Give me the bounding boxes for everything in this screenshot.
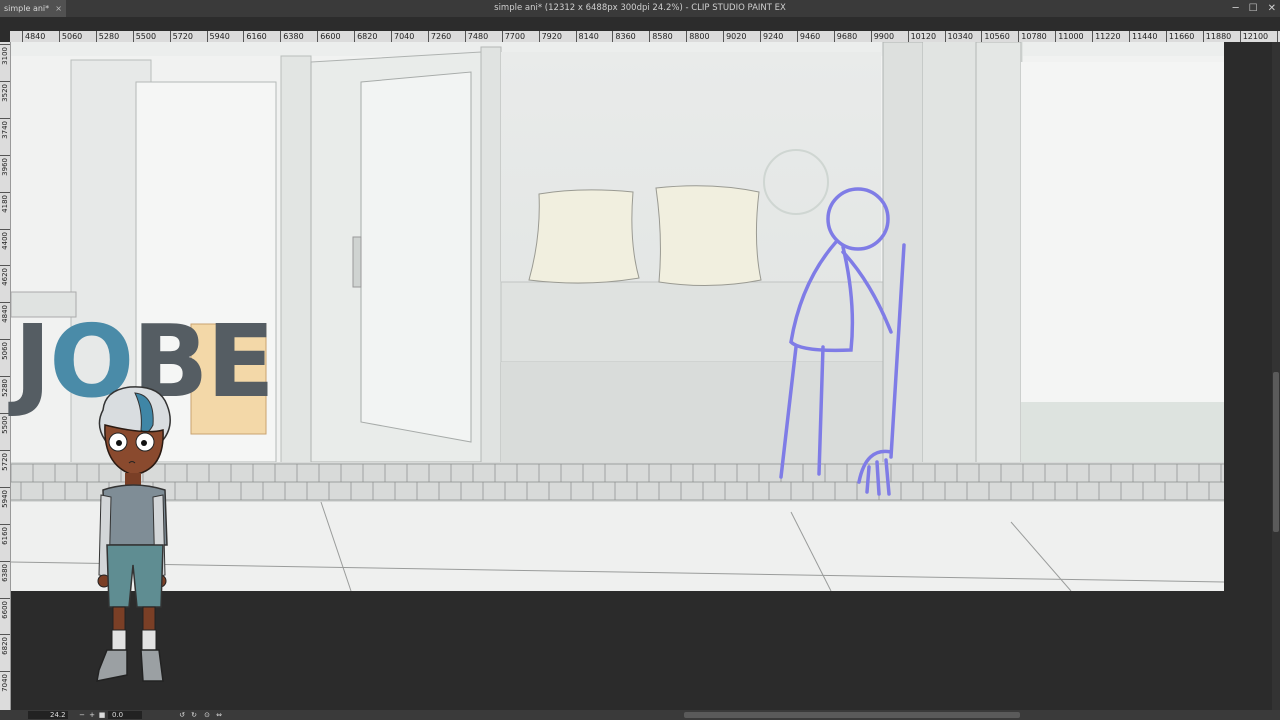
ruler-tick-label: 5720	[169, 31, 193, 42]
ruler-tick-label: 8140	[575, 31, 599, 42]
ruler-tick-label: 7040	[0, 671, 10, 692]
minimize-icon[interactable]: ─	[1233, 3, 1239, 14]
ruler-tick-label: 6600	[317, 31, 341, 42]
zoom-slider-handle-icon[interactable]: ■	[98, 710, 106, 720]
vertical-ruler: 3100 3520 3740 3960 4180 4400 4620 4840 5060 5280…	[0, 42, 11, 710]
ruler-tick-label: 6160	[243, 31, 267, 42]
jobe-character-illustration	[96, 386, 171, 682]
ruler-tick-label: 3960	[0, 154, 10, 176]
close-window-icon[interactable]: ✕	[1268, 3, 1276, 14]
ruler-tick-label: 5280	[0, 376, 10, 397]
horizontal-scroll-thumb[interactable]	[684, 712, 1020, 718]
ruler-tick-label: 7480	[464, 31, 488, 42]
maximize-icon[interactable]: ☐	[1249, 3, 1258, 14]
ruler-tick-label: 8360	[612, 31, 636, 42]
ruler-tick-label: 6380	[280, 31, 304, 42]
ruler-tick-label: 5060	[58, 31, 82, 42]
zoom-out-icon[interactable]: −	[78, 710, 86, 720]
ruler-tick-label: 4620	[0, 265, 10, 286]
ruler-tick-label: 5940	[0, 486, 10, 508]
ruler-tick-label: 7920	[538, 31, 562, 42]
zoom-in-icon[interactable]: +	[88, 710, 96, 720]
ruler-tick-label: 5940	[206, 31, 230, 42]
ruler-tick-label: 12100	[1239, 31, 1268, 42]
ruler-tick-label: 10560	[981, 31, 1010, 42]
ruler-tick-label: 3100	[0, 44, 10, 65]
ruler-tick-label: 11440	[1129, 31, 1157, 42]
ruler-tick-label: 9020	[723, 31, 746, 42]
reset-rotation-icon[interactable]: ⊙	[203, 710, 211, 720]
ruler-tick-label: 5500	[0, 413, 10, 434]
ruler-tick-label: 4840	[22, 31, 45, 42]
ruler-tick-label: 5280	[95, 31, 119, 42]
vertical-scroll-thumb[interactable]	[1273, 372, 1279, 532]
ruler-tick-label: 7260	[427, 31, 451, 42]
ruler-tick-label: 10780	[1018, 31, 1047, 42]
ruler-tick-label: 4180	[0, 191, 10, 212]
ruler-tick-label: 3520	[0, 80, 10, 102]
ruler-tick-label: 5060	[0, 339, 10, 360]
ruler-tick-label: 6820	[0, 634, 10, 655]
ruler-tick-label: 11220	[1092, 31, 1121, 42]
ruler-tick-label: 8800	[686, 31, 710, 42]
status-bar: 24.2 − + ■ 0.0 ↺ ↻ ⊙ ⇔	[0, 710, 1280, 720]
title-letter-j: J	[14, 303, 51, 420]
ruler-tick-label: 11880	[1202, 31, 1231, 42]
rotate-right-icon[interactable]: ↻	[190, 710, 198, 720]
ruler-tick-label: 6160	[0, 523, 10, 545]
ruler-tick-label: 9680	[833, 31, 857, 42]
ruler-tick-label: 3740	[0, 117, 10, 139]
title-bar: simple ani* × simple ani* (12312 x 6488p…	[0, 0, 1280, 17]
ruler-tick-label: 10340	[944, 31, 973, 42]
vertical-scrollbar[interactable]	[1272, 42, 1280, 710]
ruler-tick-label: 5500	[132, 31, 156, 42]
flip-icon[interactable]: ⇔	[215, 710, 223, 720]
ruler-tick-label: 11660	[1165, 31, 1194, 42]
ruler-tick-label: 7700	[501, 31, 525, 42]
zoom-field[interactable]: 24.2	[28, 711, 68, 719]
ruler-tick-label: 6600	[0, 597, 10, 618]
ruler-tick-label: 5720	[0, 449, 10, 471]
ruler-tick-label: 4400	[0, 228, 10, 249]
ruler-tick-label: 4840	[0, 302, 10, 323]
ruler-tick-label: 6380	[0, 560, 10, 581]
ruler-tick-label: 9240	[760, 31, 783, 42]
window-controls: ─ ☐ ✕	[1233, 0, 1276, 17]
window-title: simple ani* (12312 x 6488px 300dpi 24.2%…	[494, 3, 786, 13]
ruler-tick-label: 9460	[796, 31, 820, 42]
ruler-tick-label: 7040	[391, 31, 414, 42]
ruler-tick-label: 11000	[1055, 31, 1084, 42]
ruler-tick-label: 8580	[649, 31, 673, 42]
ruler-tick-label: 10120	[907, 31, 936, 42]
ruler-tick-label: 6820	[354, 31, 377, 42]
rotate-left-icon[interactable]: ↺	[178, 710, 186, 720]
ruler-tick-label: 9900	[870, 31, 894, 42]
rotation-field[interactable]: 0.0	[108, 711, 142, 719]
ruler-tick-label: 12320	[1276, 31, 1280, 42]
